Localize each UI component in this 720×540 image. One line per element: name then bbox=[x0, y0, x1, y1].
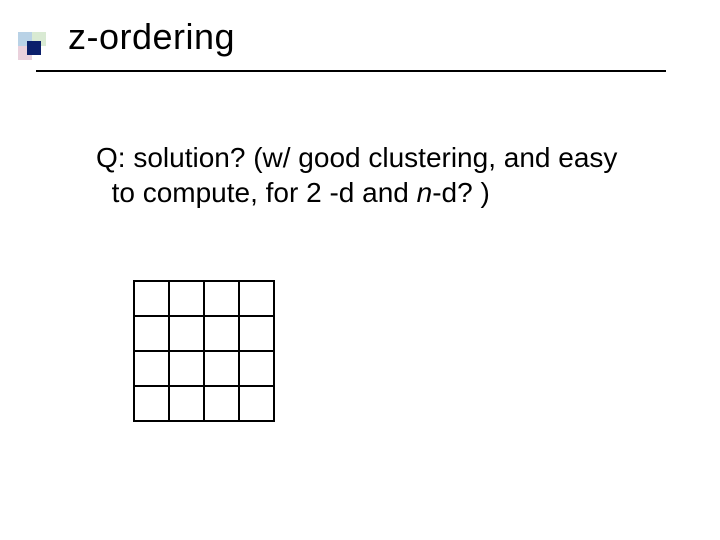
grid-cell bbox=[169, 316, 204, 351]
body-line-2b: -d? ) bbox=[432, 177, 490, 208]
grid-cell bbox=[204, 351, 239, 386]
grid-cell bbox=[134, 351, 169, 386]
grid-figure bbox=[133, 280, 275, 422]
slide-title: z-ordering bbox=[68, 16, 235, 58]
grid-cell bbox=[134, 386, 169, 421]
grid-table bbox=[133, 280, 275, 422]
grid-cell bbox=[204, 316, 239, 351]
grid-cell bbox=[204, 281, 239, 316]
grid-cell bbox=[134, 281, 169, 316]
title-underline bbox=[36, 70, 666, 72]
body-italic-n: n bbox=[417, 177, 433, 208]
title-bullet-icon bbox=[18, 32, 48, 62]
grid-cell bbox=[169, 386, 204, 421]
slide: z-ordering Q: solution? (w/ good cluster… bbox=[0, 0, 720, 540]
grid-cell bbox=[169, 351, 204, 386]
grid-cell bbox=[239, 281, 274, 316]
body-text: Q: solution? (w/ good clustering, and ea… bbox=[96, 140, 656, 210]
grid-cell bbox=[239, 386, 274, 421]
grid-cell bbox=[134, 316, 169, 351]
grid-cell bbox=[204, 386, 239, 421]
grid-cell bbox=[239, 351, 274, 386]
body-line-2a: to compute, for 2 -d and bbox=[112, 177, 417, 208]
grid-cell bbox=[169, 281, 204, 316]
grid-cell bbox=[239, 316, 274, 351]
body-line-1: Q: solution? (w/ good clustering, and ea… bbox=[96, 142, 617, 173]
